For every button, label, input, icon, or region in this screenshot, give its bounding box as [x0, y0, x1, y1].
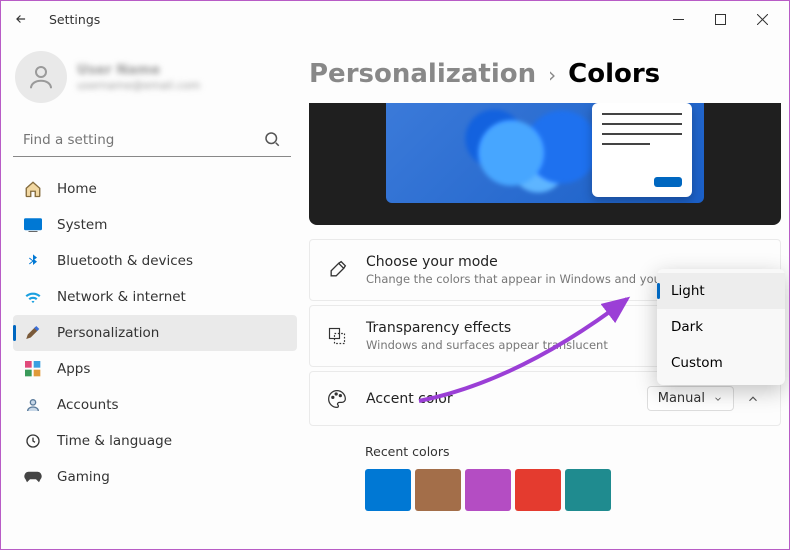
nav-list: Home System Bluetooth & devices Network … — [13, 171, 297, 495]
sidebar-item-label: Accounts — [57, 397, 119, 413]
expand-button[interactable] — [742, 388, 764, 410]
color-swatch[interactable] — [415, 469, 461, 511]
color-swatch[interactable] — [465, 469, 511, 511]
chevron-right-icon: › — [548, 63, 556, 87]
accounts-icon — [23, 395, 43, 415]
apps-icon — [23, 359, 43, 379]
theme-preview — [309, 103, 781, 225]
bluetooth-icon — [23, 251, 43, 271]
sidebar-item-bluetooth[interactable]: Bluetooth & devices — [13, 243, 297, 279]
sidebar-item-apps[interactable]: Apps — [13, 351, 297, 387]
preview-window — [592, 103, 692, 197]
sidebar-item-label: Bluetooth & devices — [57, 253, 193, 269]
mode-option-light[interactable]: Light — [657, 273, 785, 309]
card-title: Accent color — [366, 391, 629, 407]
recent-color-swatches — [309, 469, 781, 511]
window-title: Settings — [49, 12, 100, 27]
breadcrumb-parent[interactable]: Personalization — [309, 59, 536, 89]
sidebar-item-label: Apps — [57, 361, 90, 377]
user-email: username@email.com — [77, 79, 200, 92]
clock-icon — [23, 431, 43, 451]
transparency-icon — [326, 325, 348, 347]
mode-option-dark[interactable]: Dark — [657, 309, 785, 345]
sidebar-item-label: Home — [57, 181, 97, 197]
sidebar-item-label: Gaming — [57, 469, 110, 485]
window-controls — [657, 3, 783, 35]
sidebar-item-network[interactable]: Network & internet — [13, 279, 297, 315]
search-input[interactable] — [13, 123, 291, 157]
sidebar-item-gaming[interactable]: Gaming — [13, 459, 297, 495]
card-title: Choose your mode — [366, 254, 764, 270]
brush-icon — [326, 259, 348, 281]
sidebar-item-label: Network & internet — [57, 289, 186, 305]
sidebar-item-personalization[interactable]: Personalization — [13, 315, 297, 351]
maximize-button[interactable] — [699, 3, 741, 35]
mode-option-custom[interactable]: Custom — [657, 345, 785, 381]
sidebar-item-system[interactable]: System — [13, 207, 297, 243]
back-button[interactable] — [7, 5, 35, 33]
home-icon — [23, 179, 43, 199]
sidebar-item-time[interactable]: Time & language — [13, 423, 297, 459]
avatar — [15, 51, 67, 103]
sidebar-item-home[interactable]: Home — [13, 171, 297, 207]
page-title: Colors — [568, 59, 660, 89]
titlebar: Settings — [1, 1, 789, 37]
color-swatch[interactable] — [365, 469, 411, 511]
personalization-icon — [23, 323, 43, 343]
search-field-container — [13, 123, 291, 157]
user-name: User Name — [77, 62, 200, 78]
close-button[interactable] — [741, 3, 783, 35]
gaming-icon — [23, 467, 43, 487]
sidebar-item-accounts[interactable]: Accounts — [13, 387, 297, 423]
color-swatch[interactable] — [565, 469, 611, 511]
mode-dropdown: Light Dark Custom — [657, 269, 785, 385]
chevron-down-icon — [713, 394, 723, 404]
minimize-button[interactable] — [657, 3, 699, 35]
palette-icon — [326, 388, 348, 410]
main-content: Personalization › Colors Choose your mod… — [303, 37, 789, 549]
system-icon — [23, 215, 43, 235]
recent-colors-label: Recent colors — [309, 430, 781, 469]
search-icon — [263, 130, 281, 148]
sidebar-item-label: Time & language — [57, 433, 172, 449]
wifi-icon — [23, 287, 43, 307]
color-swatch[interactable] — [515, 469, 561, 511]
sidebar-item-label: Personalization — [57, 325, 159, 341]
accent-mode-select[interactable]: Manual — [647, 386, 734, 411]
breadcrumb: Personalization › Colors — [309, 37, 781, 101]
recent-colors-section: Recent colors — [309, 430, 781, 511]
sidebar: User Name username@email.com Home System… — [1, 37, 303, 549]
sidebar-item-label: System — [57, 217, 107, 233]
user-account[interactable]: User Name username@email.com — [13, 41, 297, 119]
